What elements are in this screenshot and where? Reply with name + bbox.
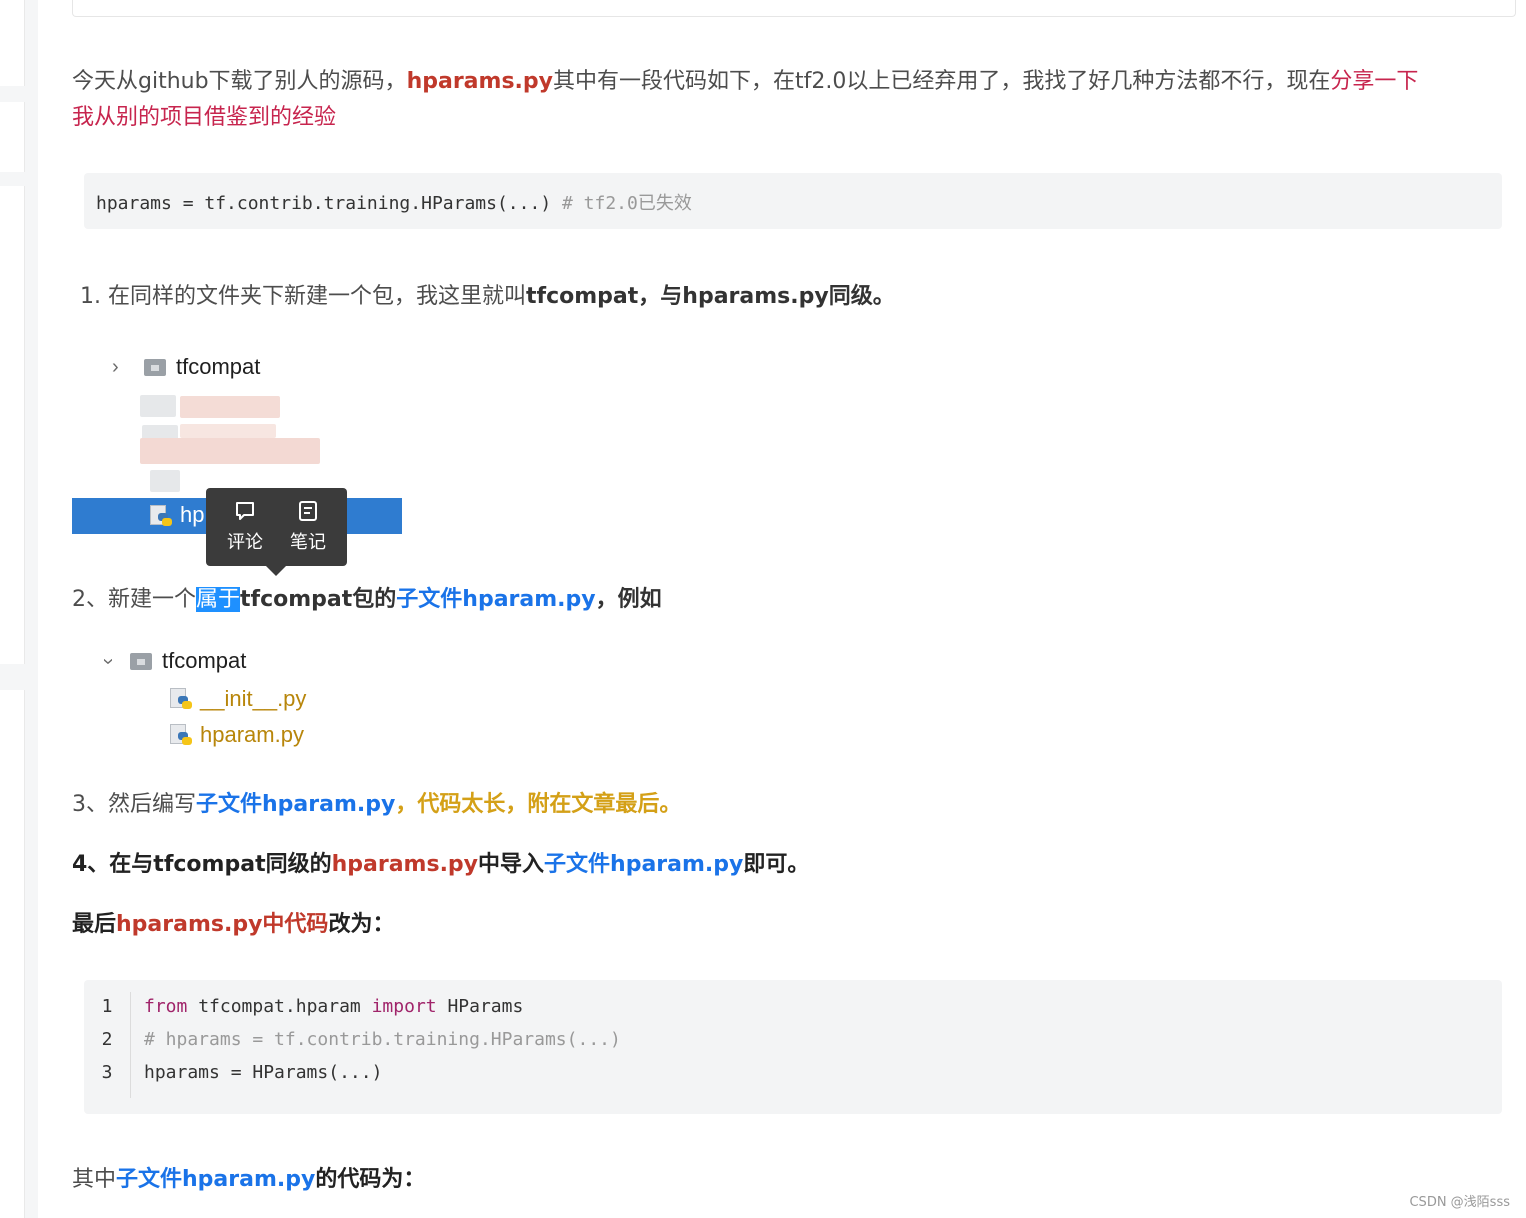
code-block-2[interactable]: 1 from tfcompat.hparam import HParams 2 …: [84, 980, 1502, 1114]
step-2-bold-2: ，例如: [595, 587, 662, 612]
file-name: __init__.py: [200, 686, 307, 711]
line-number: 3: [101, 1062, 113, 1083]
step-4-mid: 中导入: [478, 852, 545, 877]
code-comment: # hparams = tf.contrib.training.HParams(…: [144, 1029, 621, 1050]
code-text: HParams: [436, 996, 524, 1017]
tree-file-row[interactable]: hparam.py: [170, 722, 304, 748]
intro-paragraph: 今天从github下载了别人的源码，hparams.py其中有一段代码如下，在t…: [72, 64, 1502, 136]
python-file-icon: [170, 688, 192, 710]
selection-tooltip: 评论 笔记: [206, 488, 347, 576]
rail-panel: [0, 690, 25, 1218]
step-3-prefix: 3、然后编写: [72, 792, 196, 817]
step-1-bold: tfcompat，与hparams.py同级。: [526, 284, 895, 309]
rail-panel: [0, 0, 25, 86]
python-file-icon: [170, 724, 192, 746]
blurred-text: [180, 424, 276, 438]
code-block-1[interactable]: hparams = tf.contrib.training.HParams(..…: [84, 173, 1502, 229]
step-2-prefix: 2、新建一个: [72, 587, 196, 612]
comment-label: 评论: [227, 532, 263, 553]
blurred-icon: [140, 395, 176, 417]
step-1-text: 1. 在同样的文件夹下新建一个包，我这里就叫: [80, 284, 526, 309]
tree-folder-row[interactable]: › tfcompat: [112, 354, 260, 380]
selected-text[interactable]: 属于: [196, 587, 241, 612]
blurred-icon: [150, 470, 180, 492]
code-line: 2 # hparams = tf.contrib.training.HParam…: [84, 1029, 1502, 1051]
last-line: 其中子文件hparam.py的代码为：: [72, 1162, 425, 1198]
tree-file-row[interactable]: __init__.py: [170, 686, 306, 712]
step-4: 4、在与tfcompat同级的hparams.py中导入子文件hparam.py…: [72, 847, 809, 883]
intro-text-2: 其中有一段代码如下，在tf2.0以上已经弃用了，我找了好几种方法都不行，现在: [552, 69, 1331, 94]
left-sidebar-rail: [0, 0, 38, 1218]
blurred-text: [140, 438, 320, 464]
note-button[interactable]: 笔记: [283, 500, 333, 554]
intro-file: hparams.py: [406, 69, 553, 94]
selected-file-name: hp: [180, 502, 205, 527]
tree-folder-row[interactable]: › tfcompat: [97, 648, 247, 674]
comment-button[interactable]: 评论: [220, 500, 270, 554]
note-icon: [299, 501, 317, 521]
note-label: 笔记: [290, 532, 326, 553]
intro-line-2: 我从别的项目借鉴到的经验: [72, 105, 337, 130]
last-prefix: 其中: [72, 1167, 117, 1192]
step-4-prefix: 4、在与tfcompat同级的: [72, 852, 332, 877]
code-content: from tfcompat.hparam import HParams: [144, 996, 523, 1017]
final-red: hparams.py中代码: [116, 912, 329, 937]
file-name: hparam.py: [200, 722, 304, 747]
step-2: 2、新建一个属于tfcompat包的子文件hparam.py，例如: [72, 582, 662, 618]
python-file-icon: [150, 505, 172, 527]
rail-panel: [0, 186, 25, 664]
final-suffix: 改为：: [328, 912, 395, 937]
previous-card: [72, 0, 1516, 17]
line-number: 1: [101, 996, 113, 1017]
rail-panel: [0, 102, 25, 172]
last-blue: 子文件hparam.py: [116, 1167, 316, 1192]
intro-highlight: 分享一下: [1330, 69, 1419, 94]
folder-name: tfcompat: [162, 648, 247, 673]
keyword: import: [371, 996, 437, 1017]
step-3-gold: ，代码太长，附在文章最后。: [395, 792, 682, 817]
step-1: 1. 在同样的文件夹下新建一个包，我这里就叫tfcompat，与hparams.…: [80, 279, 895, 315]
code-line: hparams = tf.contrib.training.HParams(..…: [96, 189, 692, 215]
code-text: hparams = tf.contrib.training.HParams(..…: [96, 193, 552, 214]
step-3-blue: 子文件hparam.py: [196, 792, 396, 817]
final-line: 最后hparams.py中代码改为：: [72, 907, 394, 943]
chevron-down-icon: ›: [97, 657, 120, 665]
step-4-red: hparams.py: [331, 852, 479, 877]
code-text: tfcompat.hparam: [187, 996, 372, 1017]
line-number: 2: [101, 1029, 113, 1050]
code-line: 3 hparams = HParams(...): [84, 1062, 1502, 1084]
last-suffix: 的代码为：: [315, 1167, 426, 1192]
keyword: from: [144, 996, 188, 1017]
step-3: 3、然后编写子文件hparam.py，代码太长，附在文章最后。: [72, 787, 681, 823]
folder-icon: [144, 358, 166, 376]
code-text: hparams = HParams(...): [144, 1062, 383, 1083]
step-4-blue: 子文件hparam.py: [544, 852, 744, 877]
step-2-bold-1: tfcompat包的: [240, 587, 397, 612]
step-4-suffix: 即可。: [743, 852, 810, 877]
blurred-text: [180, 396, 280, 418]
intro-text-1: 今天从github下载了别人的源码，: [72, 69, 407, 94]
csdn-watermark: CSDN @浅陌sss: [1409, 1195, 1510, 1210]
folder-icon: [130, 652, 152, 670]
step-2-blue: 子文件hparam.py: [396, 587, 596, 612]
chevron-right-icon: ›: [112, 355, 119, 378]
final-prefix: 最后: [72, 912, 117, 937]
code-comment: # tf2.0已失效: [562, 193, 692, 214]
comment-icon: [236, 502, 254, 520]
folder-name: tfcompat: [176, 354, 261, 379]
code-line: 1 from tfcompat.hparam import HParams: [84, 996, 1502, 1018]
